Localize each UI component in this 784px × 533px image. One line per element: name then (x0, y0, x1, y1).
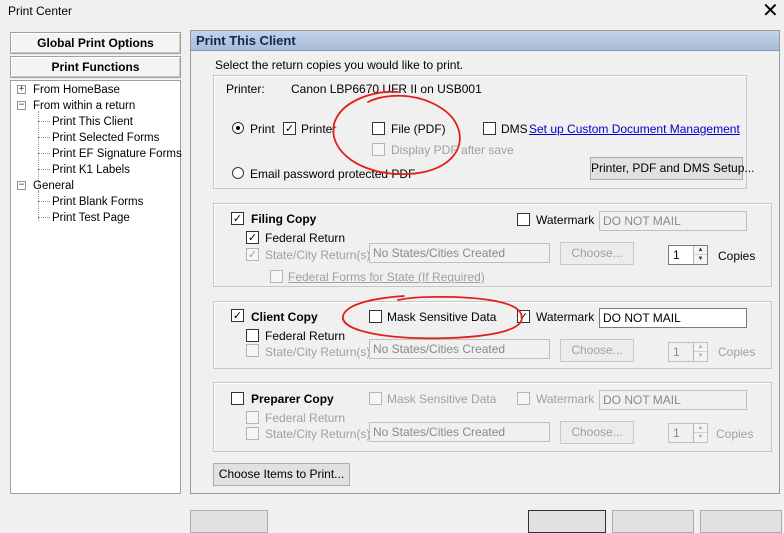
tree-item-print-selected-forms[interactable]: Print Selected Forms (52, 131, 159, 145)
filing-state-label: State/City Return(s) (265, 248, 371, 262)
printer-checkbox-label: Printer (301, 122, 337, 136)
client-watermark-input[interactable]: DO NOT MAIL (599, 308, 747, 328)
filing-watermark-input[interactable]: DO NOT MAIL (599, 211, 747, 231)
client-watermark-checkbox[interactable]: ✓ (517, 310, 530, 323)
close-icon[interactable]: ✕ (762, 0, 779, 22)
tree-item-print-k1-labels[interactable]: Print K1 Labels (52, 163, 130, 177)
spin-down-icon[interactable]: ▼ (693, 352, 707, 361)
display-pdf-checkbox[interactable] (372, 143, 385, 156)
filing-copies-spinner[interactable]: 1 ▲ ▼ (668, 245, 708, 265)
spin-up-icon[interactable]: ▲ (693, 343, 707, 352)
bottom-button[interactable] (190, 510, 268, 533)
print-this-client-panel: Print This Client Select the return copi… (190, 30, 780, 494)
instruction-text: Select the return copies you would like … (215, 58, 464, 72)
filing-copies-value: 1 (673, 248, 680, 262)
file-pdf-label: File (PDF) (391, 122, 446, 136)
preparer-watermark-input[interactable]: DO NOT MAIL (599, 390, 747, 410)
spin-up-icon[interactable]: ▲ (693, 246, 707, 255)
collapse-icon[interactable]: − (17, 181, 26, 190)
panel-title: Print This Client (191, 31, 779, 51)
print-functions-tree[interactable]: + From HomeBase − From within a return P… (10, 80, 182, 494)
print-functions-button[interactable]: Print Functions (10, 56, 181, 78)
printer-label: Printer: (226, 82, 265, 96)
tree-item-print-ef-signature-forms[interactable]: Print EF Signature Forms (52, 147, 182, 161)
display-pdf-label: Display PDF after save (391, 143, 514, 157)
preparer-mask-label: Mask Sensitive Data (387, 392, 497, 406)
client-federal-checkbox[interactable] (246, 329, 259, 342)
client-federal-label: Federal Return (265, 329, 346, 343)
printer-checkbox[interactable]: ✓ (283, 122, 296, 135)
filing-copies-label: Copies (718, 249, 756, 263)
filing-federal-checkbox[interactable]: ✓ (246, 231, 259, 244)
preparer-watermark-label: Watermark (536, 392, 595, 406)
tree-item-from-within-return[interactable]: From within a return (33, 99, 135, 113)
print-radio-label: Print (250, 122, 275, 136)
filing-federal-label: Federal Return (265, 231, 346, 245)
client-copy-label: Client Copy (251, 310, 318, 324)
client-copies-value: 1 (673, 345, 680, 359)
filing-federal-forms-label: Federal Forms for State (If Required) (288, 270, 485, 284)
preparer-copy-checkbox[interactable] (231, 392, 244, 405)
print-radio[interactable] (232, 122, 244, 134)
bottom-button[interactable] (528, 510, 606, 533)
filing-watermark-checkbox[interactable] (517, 213, 530, 226)
preparer-copies-label: Copies (716, 427, 754, 441)
spin-up-icon[interactable]: ▲ (693, 424, 707, 433)
client-copies-label: Copies (718, 345, 756, 359)
bottom-button[interactable] (612, 510, 694, 533)
setup-custom-dms-link[interactable]: Set up Custom Document Management (529, 122, 740, 136)
client-state-label: State/City Return(s) (265, 345, 371, 359)
bottom-button[interactable] (700, 510, 782, 533)
preparer-copies-value: 1 (673, 426, 680, 440)
client-mask-checkbox[interactable] (369, 310, 382, 323)
filing-copy-label: Filing Copy (251, 212, 317, 226)
preparer-state-checkbox[interactable] (246, 427, 259, 440)
spin-down-icon[interactable]: ▼ (693, 433, 707, 442)
spin-down-icon[interactable]: ▼ (693, 255, 707, 264)
tree-item-from-homebase[interactable]: From HomeBase (33, 83, 120, 97)
filing-federal-forms-checkbox[interactable] (270, 270, 283, 283)
preparer-states-input[interactable]: No States/Cities Created (369, 422, 550, 442)
preparer-choose-button[interactable]: Choose... (560, 421, 634, 444)
client-mask-label: Mask Sensitive Data (387, 310, 497, 324)
preparer-copy-label: Preparer Copy (251, 392, 334, 406)
filing-state-checkbox[interactable]: ✓ (246, 248, 259, 261)
tree-item-print-blank-forms[interactable]: Print Blank Forms (52, 195, 143, 209)
client-copy-checkbox[interactable]: ✓ (231, 309, 244, 322)
preparer-copies-spinner[interactable]: 1 ▲ ▼ (668, 423, 708, 443)
filing-watermark-label: Watermark (536, 213, 595, 227)
tree-item-general[interactable]: General (33, 179, 74, 193)
preparer-mask-checkbox[interactable] (369, 392, 382, 405)
preparer-federal-checkbox[interactable] (246, 411, 259, 424)
client-watermark-label: Watermark (536, 310, 595, 324)
dms-label: DMS (501, 122, 528, 136)
client-choose-button[interactable]: Choose... (560, 339, 634, 362)
client-state-checkbox[interactable] (246, 344, 259, 357)
window-title: Print Center (8, 4, 73, 18)
email-pdf-label: Email password protected PDF (250, 167, 416, 181)
collapse-icon[interactable]: − (17, 101, 26, 110)
preparer-state-label: State/City Return(s) (265, 427, 371, 441)
global-print-options-button[interactable]: Global Print Options (10, 32, 181, 54)
client-states-input[interactable]: No States/Cities Created (369, 339, 550, 359)
tree-item-print-test-page[interactable]: Print Test Page (52, 211, 130, 225)
file-pdf-checkbox[interactable] (372, 122, 385, 135)
filing-choose-button[interactable]: Choose... (560, 242, 634, 265)
dms-checkbox[interactable] (483, 122, 496, 135)
client-copies-spinner[interactable]: 1 ▲ ▼ (668, 342, 708, 362)
printer-pdf-dms-setup-button[interactable]: Printer, PDF and DMS Setup... (590, 157, 754, 180)
filing-copy-checkbox[interactable]: ✓ (231, 212, 244, 225)
choose-items-to-print-button[interactable]: Choose Items to Print... (213, 463, 350, 486)
tree-item-print-this-client[interactable]: Print This Client (52, 115, 133, 129)
preparer-federal-label: Federal Return (265, 411, 346, 425)
preparer-watermark-checkbox[interactable] (517, 392, 530, 405)
printer-name: Canon LBP6670 UFR II on USB001 (291, 82, 482, 96)
filing-states-input[interactable]: No States/Cities Created (369, 243, 550, 263)
expand-icon[interactable]: + (17, 85, 26, 94)
email-pdf-radio[interactable] (232, 167, 244, 179)
